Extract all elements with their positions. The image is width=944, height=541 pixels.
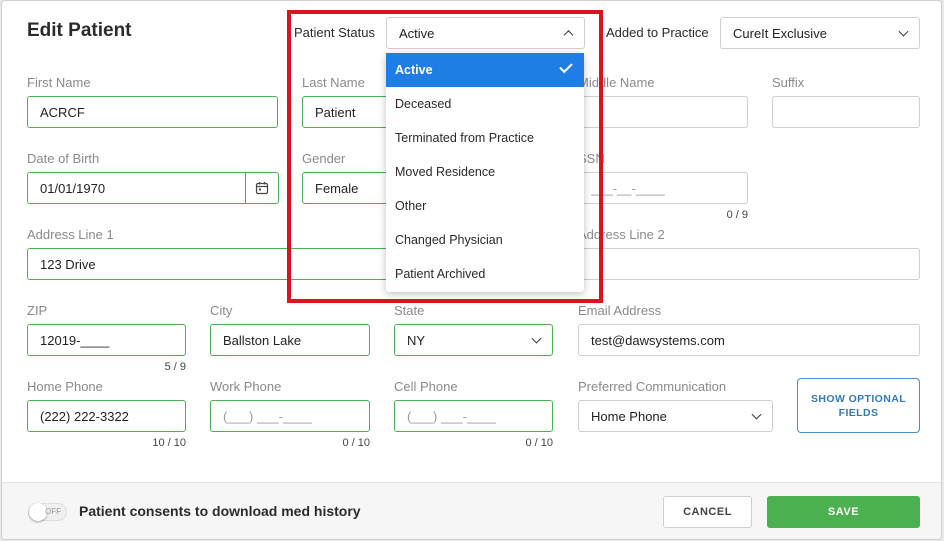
email-value: test@dawsystems.com: [591, 332, 725, 348]
preferred-communication-select[interactable]: Home Phone: [578, 400, 773, 432]
zip-counter: 5 / 9: [164, 361, 186, 373]
calendar-icon[interactable]: [245, 173, 278, 203]
work-phone-field[interactable]: (___) ___-____: [210, 400, 370, 432]
city-value: Ballston Lake: [223, 332, 302, 348]
first-name-field[interactable]: ACRCF: [27, 96, 278, 128]
suffix-label: Suffix: [772, 75, 805, 90]
address1-value: 123 Drive: [40, 256, 96, 272]
suffix-field[interactable]: [772, 96, 920, 128]
cell-phone-placeholder: (___) ___-____: [407, 408, 496, 424]
address2-field[interactable]: [578, 248, 920, 280]
cell-phone-field[interactable]: (___) ___-____: [394, 400, 553, 432]
home-phone-value: (222) 222-3322: [40, 408, 129, 424]
work-phone-placeholder: (___) ___-____: [223, 408, 312, 424]
email-label: Email Address: [578, 303, 662, 318]
cancel-button[interactable]: CANCEL: [663, 496, 752, 528]
edit-patient-modal: Edit Patient Patient Status Active Added…: [1, 0, 942, 540]
highlight-box: [287, 10, 603, 303]
zip-label: ZIP: [27, 303, 48, 318]
zip-field[interactable]: 12019-____: [27, 324, 186, 356]
state-label: State: [394, 303, 425, 318]
dob-value: 01/01/1970: [40, 180, 106, 196]
consent-label: Patient consents to download med history: [79, 503, 361, 519]
work-phone-counter: 0 / 10: [342, 437, 370, 449]
first-name-value: ACRCF: [40, 104, 85, 120]
modal-title: Edit Patient: [27, 20, 132, 41]
preferred-communication-value: Home Phone: [591, 408, 667, 424]
chevron-down-icon: [531, 333, 542, 344]
consent-toggle[interactable]: OFF: [28, 503, 67, 521]
address1-label: Address Line 1: [27, 227, 114, 242]
toggle-off-text: OFF: [45, 507, 61, 516]
preferred-communication-label: Preferred Communication: [578, 379, 727, 394]
city-label: City: [210, 303, 233, 318]
middle-name-field[interactable]: [578, 96, 748, 128]
added-to-practice-label: Added to Practice: [606, 25, 709, 40]
state-value: NY: [407, 332, 426, 348]
chevron-down-icon: [751, 409, 762, 420]
dob-field[interactable]: 01/01/1970: [27, 172, 279, 204]
added-to-practice-value: CureIt Exclusive: [733, 25, 827, 41]
dob-label: Date of Birth: [27, 151, 100, 166]
email-field[interactable]: test@dawsystems.com: [578, 324, 920, 356]
zip-value: 12019-____: [40, 332, 110, 348]
show-optional-fields-button[interactable]: SHOW OPTIONAL FIELDS: [797, 378, 920, 433]
ssn-counter: 0 / 9: [726, 209, 748, 221]
work-phone-label: Work Phone: [210, 379, 282, 394]
first-name-label: First Name: [27, 75, 91, 90]
ssn-field[interactable]: ___-__-____: [578, 172, 748, 204]
cell-phone-counter: 0 / 10: [525, 437, 553, 449]
save-button[interactable]: SAVE: [767, 496, 920, 528]
city-field[interactable]: Ballston Lake: [210, 324, 370, 356]
state-select[interactable]: NY: [394, 324, 553, 356]
home-phone-counter: 10 / 10: [152, 437, 186, 449]
home-phone-field[interactable]: (222) 222-3322: [27, 400, 186, 432]
cell-phone-label: Cell Phone: [394, 379, 458, 394]
home-phone-label: Home Phone: [27, 379, 103, 394]
chevron-down-icon: [898, 26, 909, 37]
modal-footer: OFF Patient consents to download med his…: [2, 482, 941, 539]
added-to-practice-select[interactable]: CureIt Exclusive: [720, 17, 920, 49]
